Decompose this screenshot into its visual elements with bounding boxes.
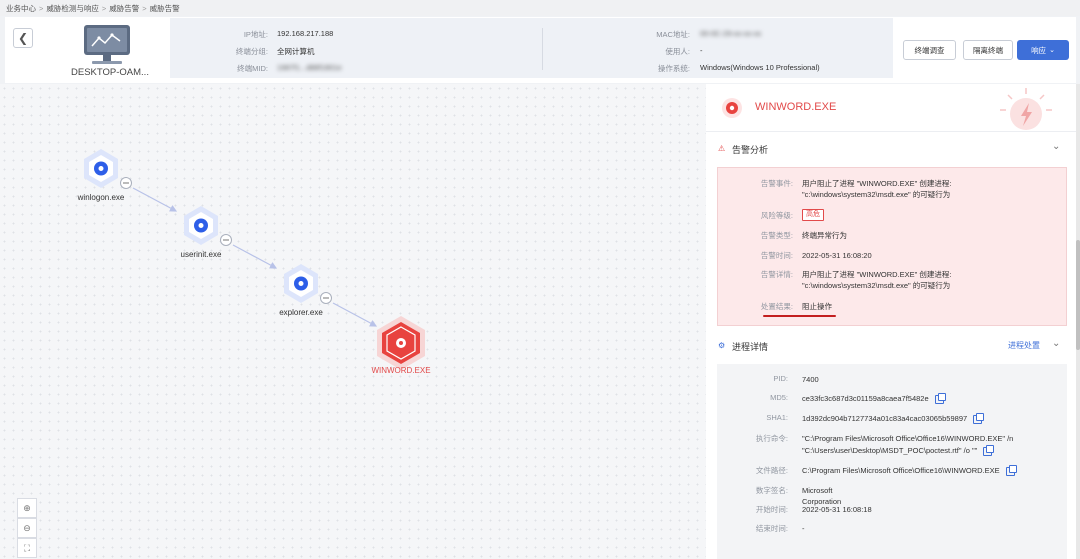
alert-analysis-box: 告警事件: 用户阻止了进程 "WINWORD.EXE" 创建进程: "c:\wi…	[717, 167, 1067, 326]
alert-detail-label: 告警详情:	[760, 270, 793, 279]
process-graph[interactable]: winlogon.exe userinit.exe explorer.exe W…	[0, 84, 706, 559]
process-detail-title: 进程详情	[732, 342, 769, 352]
node-label-winword: WINWORD.EXE	[371, 366, 431, 375]
start-time-label: 开始时间:	[755, 505, 788, 514]
graph-edges	[84, 149, 425, 370]
highlight-underline	[763, 315, 836, 317]
user-label: 使用人:	[665, 47, 690, 56]
sha1-value: 1d392dc904b7127734a01c83a4cac03065b59897	[802, 414, 968, 423]
threat-bulb-icon	[1000, 88, 1052, 130]
mid-value: 1987f1...d88f1801e	[277, 63, 342, 72]
node-label-winlogon: winlogon.exe	[77, 193, 125, 202]
chevron-left-icon: ❮	[17, 31, 29, 45]
cmd-value-line2: "C:\Users\user\Desktop\MSDT_POC\poctest.…	[802, 446, 978, 455]
mac-label: MAC地址:	[656, 30, 690, 39]
os-label: 操作系统:	[657, 64, 690, 73]
ip-label: IP地址:	[243, 30, 268, 39]
pid-label: PID:	[773, 374, 788, 383]
start-time-value: 2022-05-31 16:08:18	[802, 505, 872, 514]
cmd-label: 执行命令:	[755, 434, 788, 443]
collapse-toggle[interactable]	[220, 234, 232, 246]
isolate-button[interactable]: 隔离终端	[963, 40, 1013, 60]
process-node-winlogon[interactable]	[84, 149, 118, 188]
result-label: 处置结果:	[760, 302, 793, 311]
end-time-label: 结束时间:	[755, 524, 788, 533]
end-time-value: -	[802, 524, 805, 533]
process-action-link[interactable]: 进程处置	[1008, 340, 1040, 351]
host-info-panel: IP地址: 192.168.217.188 终端分组: 全网计算机 终端MID:…	[170, 18, 893, 78]
collapse-toggle[interactable]	[320, 292, 332, 304]
back-button[interactable]: ❮	[13, 28, 33, 48]
node-label-userinit: userinit.exe	[180, 250, 222, 259]
path-value: C:\Program Files\Microsoft Office\Office…	[802, 466, 1000, 475]
copy-icon[interactable]	[934, 392, 946, 404]
copy-icon[interactable]	[983, 444, 995, 456]
alert-event-label: 告警事件:	[760, 179, 793, 188]
breadcrumb-item[interactable]: 业务中心	[6, 4, 36, 13]
group-label: 终端分组:	[235, 47, 268, 56]
risk-level-label: 风险等级:	[760, 211, 793, 220]
os-value: Windows(Windows 10 Professional)	[700, 63, 820, 72]
path-label: 文件路径:	[755, 466, 788, 475]
chevron-down-icon[interactable]: ⌄	[1052, 141, 1060, 152]
alert-time-value: 2022-05-31 16:08:20	[802, 251, 872, 260]
investigate-button[interactable]: 终端调查	[903, 40, 956, 60]
detail-panel: WINWORD.EXE ⚠ 告警分析 ⌄ 告警事件: 用户阻止了进程 "WINW…	[706, 84, 1076, 559]
monitor-icon	[84, 25, 130, 64]
zoom-in-icon: ⊕	[23, 502, 31, 513]
result-value: 阻止操作	[802, 302, 832, 311]
chevron-down-icon[interactable]: ⌄	[1052, 338, 1060, 349]
zoom-out-icon: ⊖	[23, 522, 31, 533]
mac-value: 00-0C-29-xx-xx-xx	[700, 29, 762, 38]
fit-view-button[interactable]: ⛶	[17, 538, 37, 558]
zoom-in-button[interactable]: ⊕	[17, 498, 37, 518]
host-name: DESKTOP-OAM...	[71, 67, 149, 78]
ip-value: 192.168.217.188	[277, 29, 334, 38]
breadcrumb-item: 威胁告警	[149, 4, 180, 13]
process-node-explorer[interactable]	[284, 264, 318, 303]
process-detail-box: PID: 7400 MD5: ce33fc3c687d3c01159a8caea…	[717, 364, 1067, 559]
risk-level-badge: 高危	[802, 209, 824, 221]
node-label-explorer: explorer.exe	[279, 308, 323, 317]
divider	[542, 28, 543, 70]
host-header: ❮ DESKTOP-OAM... IP地址: 192.168.217.188 终…	[5, 17, 1076, 83]
collapse-toggle[interactable]	[120, 177, 132, 189]
divider	[706, 131, 1076, 132]
md5-label: MD5:	[770, 393, 788, 402]
process-node-winword[interactable]	[377, 316, 425, 370]
breadcrumb: 业务中心 > 威胁检测与响应 > 威胁告警 > 威胁告警	[0, 0, 1080, 16]
signature-label: 数字签名:	[755, 486, 788, 495]
sha1-label: SHA1:	[766, 413, 788, 422]
panel-title: WINWORD.EXE	[755, 101, 837, 113]
alert-analysis-title: 告警分析	[732, 145, 769, 155]
process-detail-icon: ⚙	[718, 341, 726, 350]
copy-icon[interactable]	[973, 412, 985, 424]
breadcrumb-item[interactable]: 威胁检测与响应	[46, 4, 99, 13]
alert-analysis-icon: ⚠	[718, 144, 726, 153]
pid-value: 7400	[802, 375, 819, 384]
respond-button[interactable]: 响应 ⌄	[1017, 40, 1069, 60]
respond-label: 响应	[1031, 45, 1047, 55]
fullscreen-icon: ⛶	[23, 542, 31, 553]
zoom-out-button[interactable]: ⊖	[17, 518, 37, 538]
copy-icon[interactable]	[1005, 464, 1017, 476]
mid-label: 终端MID:	[237, 64, 268, 73]
alert-type-label: 告警类型:	[760, 231, 793, 240]
alert-event-value: 用户阻止了进程 "WINWORD.EXE" 创建进程: "c:\windows\…	[802, 179, 952, 199]
alert-type-value: 终端异常行为	[802, 231, 847, 240]
alert-detail-value: 用户阻止了进程 "WINWORD.EXE" 创建进程: "c:\windows\…	[802, 270, 952, 290]
alert-gear-icon	[722, 98, 742, 118]
scrollbar-thumb[interactable]	[1076, 240, 1080, 350]
alert-time-label: 告警时间:	[760, 251, 793, 260]
md5-value: ce33fc3c687d3c01159a8caea7f5482e	[802, 394, 929, 403]
user-value: -	[700, 46, 703, 55]
process-node-userinit[interactable]	[184, 206, 218, 245]
cmd-value-line1: "C:\Program Files\Microsoft Office\Offic…	[802, 434, 1014, 443]
breadcrumb-item[interactable]: 威胁告警	[109, 4, 139, 13]
chevron-down-icon: ⌄	[1049, 47, 1055, 54]
group-value: 全网计算机	[277, 47, 315, 56]
